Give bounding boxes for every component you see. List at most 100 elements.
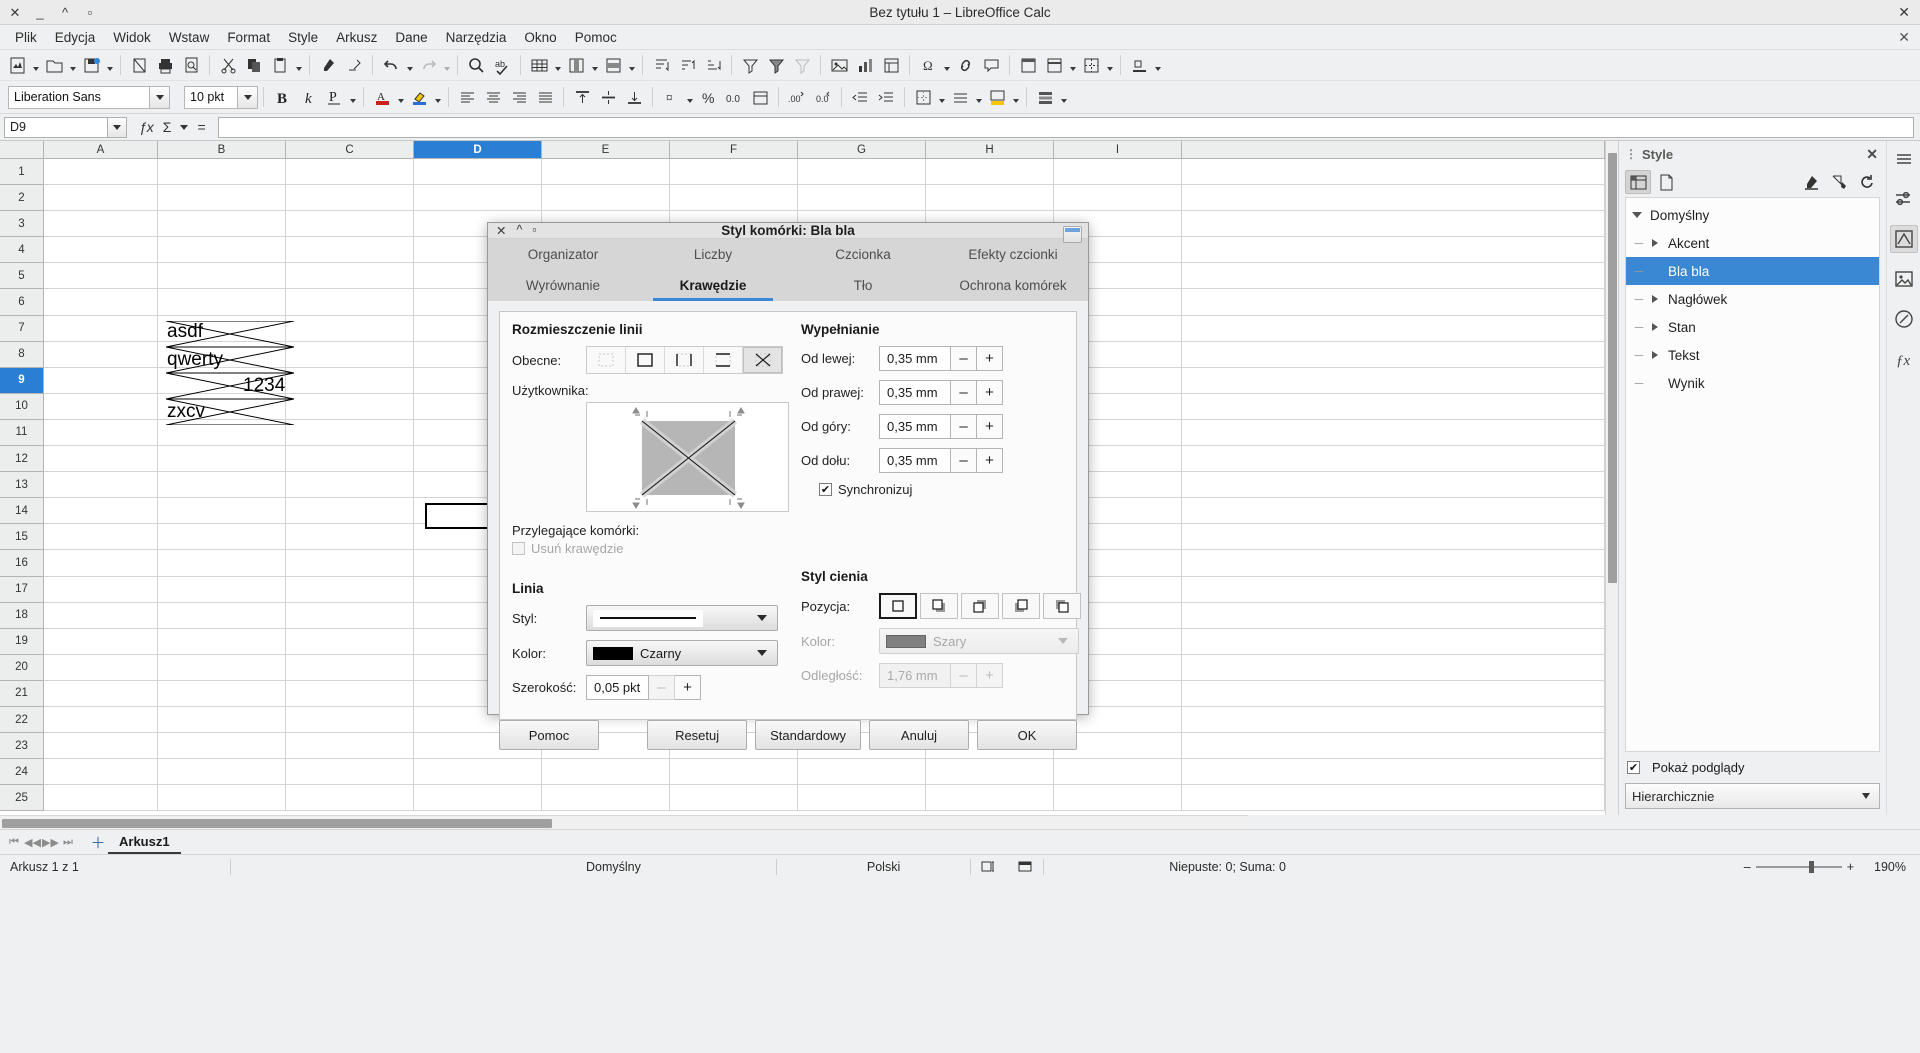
- function-wizard-icon[interactable]: ƒx: [139, 119, 154, 135]
- conditional-formatting-dropdown[interactable]: [1058, 84, 1069, 110]
- cell-B22[interactable]: [158, 706, 286, 734]
- line-width-input[interactable]: 0,05 pkt: [586, 675, 649, 700]
- row-header-16[interactable]: 16: [0, 550, 44, 577]
- cell-A1[interactable]: [44, 159, 158, 186]
- cell-filler[interactable]: [1182, 733, 1605, 760]
- row-header-18[interactable]: 18: [0, 602, 44, 629]
- padding-top-increment-button[interactable]: +: [977, 414, 1003, 439]
- copy-icon[interactable]: [241, 52, 267, 78]
- cell-B23[interactable]: [158, 733, 286, 760]
- padding-right-decrement-button[interactable]: –: [951, 380, 977, 405]
- border-style-icon[interactable]: [947, 84, 973, 110]
- cell-E1[interactable]: [542, 159, 670, 186]
- first-sheet-icon[interactable]: ⏮: [6, 836, 22, 849]
- cell-F24[interactable]: [670, 759, 798, 786]
- padding-right-increment-button[interactable]: +: [977, 380, 1003, 405]
- ok-button[interactable]: OK: [977, 720, 1077, 750]
- currency-dropdown[interactable]: [684, 84, 695, 110]
- tree-expander-icon[interactable]: [1648, 239, 1662, 247]
- padding-left-decrement-button[interactable]: –: [951, 346, 977, 371]
- align-bottom-icon[interactable]: [621, 84, 647, 110]
- cell-B20[interactable]: [158, 654, 286, 681]
- name-box-input[interactable]: D9: [4, 116, 108, 138]
- row-header-12[interactable]: 12: [0, 446, 44, 473]
- open-dropdown[interactable]: [67, 52, 78, 78]
- underline-icon[interactable]: P: [321, 84, 347, 110]
- standard-button[interactable]: Standardowy: [755, 720, 861, 750]
- font-size-input[interactable]: 10 pkt: [184, 85, 238, 109]
- update-style-icon[interactable]: [1854, 170, 1880, 194]
- cell-B7[interactable]: [158, 315, 286, 342]
- cell-A7[interactable]: [44, 315, 158, 342]
- show-previews-row[interactable]: ✔ Pokaż podglądy: [1625, 756, 1880, 779]
- italic-icon[interactable]: k: [295, 84, 321, 110]
- column-header-e[interactable]: E: [542, 141, 670, 159]
- add-sheet-icon[interactable]: ＋: [90, 832, 106, 853]
- cell-C24[interactable]: [286, 759, 414, 786]
- cell-A2[interactable]: [44, 185, 158, 212]
- column-dropdown[interactable]: [589, 52, 600, 78]
- cell-C12[interactable]: [286, 446, 414, 473]
- highlight-color-icon[interactable]: [406, 84, 432, 110]
- help-button[interactable]: Pomoc: [499, 720, 599, 750]
- tab-ochrona-komorek[interactable]: Ochrona komórek: [938, 270, 1088, 301]
- print-icon[interactable]: [152, 52, 178, 78]
- row-header-9[interactable]: 9: [0, 367, 44, 394]
- cell-A15[interactable]: [44, 524, 158, 551]
- cell-C18[interactable]: [286, 602, 414, 629]
- cell-A5[interactable]: [44, 263, 158, 290]
- undo-icon[interactable]: [378, 52, 404, 78]
- cell-A21[interactable]: [44, 680, 158, 707]
- cell-filler[interactable]: [1182, 393, 1605, 420]
- paste-icon[interactable]: [267, 52, 293, 78]
- padding-bottom-decrement-button[interactable]: –: [951, 448, 977, 473]
- formula-input-line[interactable]: [217, 116, 1914, 138]
- cell-C23[interactable]: [286, 733, 414, 760]
- cell-filler[interactable]: [1182, 341, 1605, 368]
- style-list-item-nagłówek[interactable]: ─ Nagłówek: [1626, 285, 1879, 313]
- tab-efekty-czcionki[interactable]: Efekty czcionki: [938, 239, 1088, 270]
- column-header-j[interactable]: [1182, 141, 1605, 159]
- save-icon[interactable]: [78, 52, 104, 78]
- split-window-dropdown[interactable]: [1104, 52, 1115, 78]
- style-list-item-domyślny[interactable]: Domyślny: [1626, 201, 1879, 229]
- column-header-a[interactable]: A: [44, 141, 158, 159]
- row-header-14[interactable]: 14: [0, 498, 44, 525]
- cell-A20[interactable]: [44, 654, 158, 681]
- cell-C16[interactable]: [286, 550, 414, 577]
- line-style-select[interactable]: [586, 605, 778, 631]
- padding-bottom-input[interactable]: 0,35 mm: [879, 448, 951, 473]
- sidebar-properties-icon[interactable]: [1890, 185, 1918, 213]
- new-document-dropdown[interactable]: [30, 52, 41, 78]
- cell-B25[interactable]: [158, 785, 286, 812]
- menu-item-style[interactable]: Style: [279, 27, 327, 48]
- sidebar-styles-icon[interactable]: [1889, 225, 1918, 253]
- cell-C25[interactable]: [286, 785, 414, 812]
- insert-image-icon[interactable]: [826, 52, 852, 78]
- cell-I25[interactable]: [1054, 785, 1182, 812]
- align-right-icon[interactable]: [506, 84, 532, 110]
- headers-footers-icon[interactable]: [1015, 52, 1041, 78]
- sidebar-grip-icon[interactable]: ⋮: [1625, 148, 1637, 160]
- padding-top-decrement-button[interactable]: –: [951, 414, 977, 439]
- cell-D25[interactable]: [414, 785, 542, 812]
- border-style-dropdown[interactable]: [973, 84, 984, 110]
- menu-item-wstaw[interactable]: Wstaw: [160, 27, 219, 48]
- insert-comment-icon[interactable]: [978, 52, 1004, 78]
- user-defined-border-editor[interactable]: [586, 402, 789, 512]
- preset-box[interactable]: [626, 347, 665, 373]
- column-header-b[interactable]: B: [158, 141, 286, 159]
- cell-C3[interactable]: [286, 211, 414, 238]
- tab-organizator[interactable]: Organizator: [488, 239, 638, 270]
- font-color-dropdown[interactable]: [395, 84, 406, 110]
- column-header-h[interactable]: H: [926, 141, 1054, 159]
- sidebar-close-icon[interactable]: ✕: [1866, 146, 1880, 163]
- cell-C2[interactable]: [286, 185, 414, 212]
- tree-expander-icon[interactable]: [1630, 212, 1644, 218]
- cell-filler[interactable]: [1182, 550, 1605, 577]
- cell-H25[interactable]: [926, 785, 1054, 812]
- shadow-position-bottom-right[interactable]: [920, 593, 958, 619]
- cell-filler[interactable]: [1182, 237, 1605, 264]
- preset-diagonal-lines[interactable]: [743, 347, 782, 373]
- row-header-24[interactable]: 24: [0, 759, 44, 786]
